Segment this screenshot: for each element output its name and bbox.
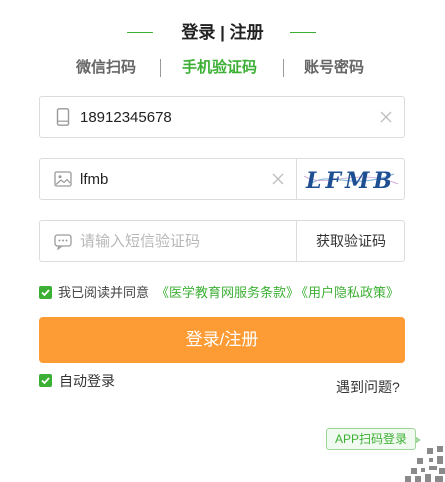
tab-wechat-scan[interactable]: 微信扫码 <box>76 56 136 80</box>
login-header: 登录 | 注册 <box>0 20 445 46</box>
captcha-input[interactable] <box>80 159 260 199</box>
sms-code-input[interactable] <box>80 221 280 261</box>
image-icon <box>54 170 72 188</box>
phone-input[interactable] <box>80 97 370 137</box>
agreement-checkbox[interactable] <box>39 286 52 299</box>
tab-separator <box>160 59 161 77</box>
get-sms-code-button[interactable]: 获取验证码 <box>297 221 405 261</box>
app-login-label: APP扫码登录 <box>334 432 407 446</box>
sms-field: 获取验证码 <box>39 220 405 262</box>
phone-icon <box>54 108 72 126</box>
tab-account-password[interactable]: 账号密码 <box>304 56 364 80</box>
auto-login-checkbox[interactable] <box>39 374 52 387</box>
field-divider <box>296 158 297 200</box>
login-tabs: 微信扫码 手机验证码 账号密码 <box>0 56 445 80</box>
page-title: 登录 | 注册 <box>181 23 264 42</box>
help-link[interactable]: 遇到问题? <box>336 378 400 396</box>
terms-link[interactable]: 《医学教育网服务条款》 <box>156 284 299 302</box>
captcha-field: LFMB <box>39 158 405 200</box>
qr-code-toggle-icon[interactable] <box>403 442 445 482</box>
privacy-link[interactable]: 《用户隐私政策》 <box>295 284 399 302</box>
auto-login-label: 自动登录 <box>59 373 115 389</box>
captcha-text: LFMB <box>305 168 396 194</box>
captcha-image[interactable]: LFMB <box>298 160 404 198</box>
phone-field <box>39 96 405 138</box>
clear-phone-icon[interactable] <box>379 110 393 124</box>
login-register-button[interactable]: 登录/注册 <box>39 317 405 363</box>
header-divider-right <box>290 32 316 33</box>
tab-phone-code[interactable]: 手机验证码 <box>182 56 257 80</box>
message-icon <box>54 232 72 251</box>
clear-captcha-icon[interactable] <box>271 172 285 186</box>
agreement-text: 我已阅读并同意 <box>58 285 150 300</box>
tab-separator <box>283 59 284 77</box>
